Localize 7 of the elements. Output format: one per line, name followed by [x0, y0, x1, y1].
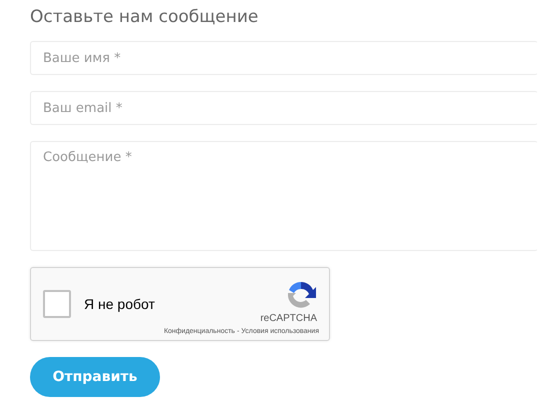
input-field[interactable]: Ваш email *	[30, 91, 538, 125]
form-heading: Оставьте нам сообщение	[30, 6, 260, 29]
captcha-brand: reCAPTCHA	[260, 313, 317, 324]
captcha-label: Я не робот	[84, 296, 156, 312]
input-field[interactable]: Ваше имя *	[30, 41, 538, 75]
captcha-checkbox[interactable]	[43, 290, 71, 318]
message-field[interactable]: Сообщение *	[30, 141, 538, 251]
